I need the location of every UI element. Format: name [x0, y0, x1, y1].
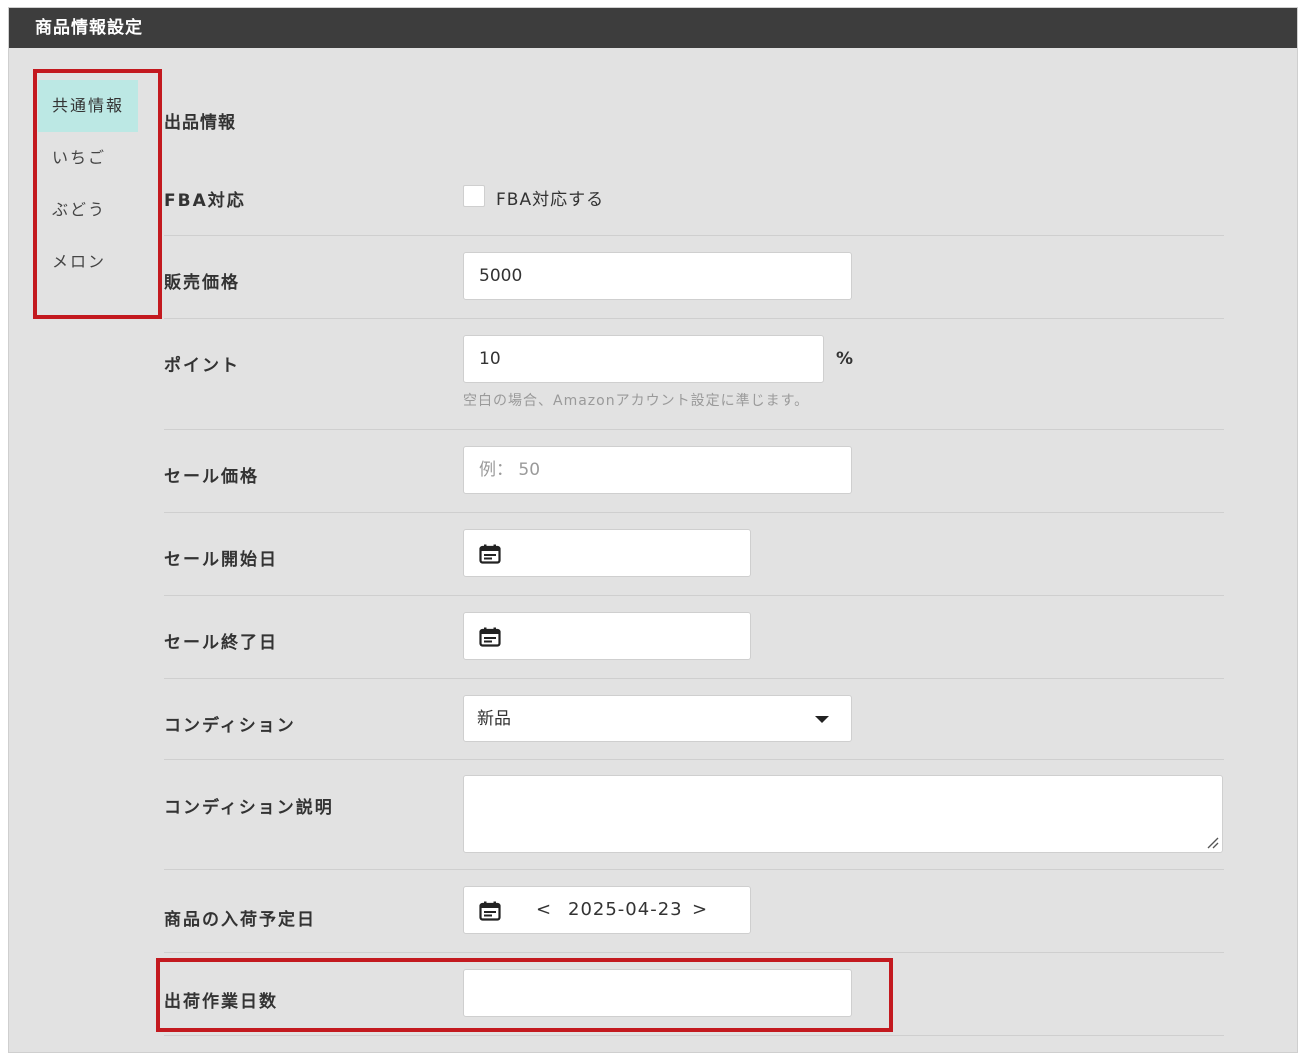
fba-checkbox-label[interactable]: FBA対応する	[496, 185, 604, 210]
sidebar-item-strawberry[interactable]: いちご	[38, 132, 138, 184]
condition-note-textarea[interactable]	[463, 775, 1223, 853]
panel-title: 商品情報設定	[9, 8, 1297, 48]
resize-handle-icon[interactable]	[1207, 837, 1219, 849]
next-date-button[interactable]: >	[692, 887, 707, 933]
arrival-date-row: 商品の入荷予定日 < 2025-04-23 >	[164, 870, 1224, 953]
price-input[interactable]: 5000	[463, 252, 852, 300]
sidebar-item-melon[interactable]: メロン	[38, 236, 138, 288]
condition-label: コンディション	[164, 716, 296, 736]
sale-start-label: セール開始日	[164, 550, 278, 570]
arrival-date-input[interactable]: < 2025-04-23 >	[463, 886, 751, 934]
chevron-down-icon	[815, 716, 829, 723]
shipping-days-input[interactable]	[463, 969, 852, 1017]
sale-price-row: セール価格 例： 50	[164, 430, 1224, 513]
arrival-date-value: 2025-04-23	[568, 899, 683, 920]
point-row: ポイント 10 % 空白の場合、Amazonアカウント設定に準じます。	[164, 319, 1224, 430]
shipping-days-row: 出荷作業日数	[164, 953, 1224, 1036]
sale-end-date-input[interactable]	[463, 612, 751, 660]
price-row: 販売価格 5000	[164, 236, 1224, 319]
condition-row: コンディション 新品	[164, 679, 1224, 760]
point-hint: 空白の場合、Amazonアカウント設定に準じます。	[463, 393, 810, 409]
point-unit: %	[836, 349, 854, 369]
point-label: ポイント	[164, 356, 240, 376]
fba-label: FBA対応	[164, 191, 246, 211]
condition-selected-value: 新品	[477, 709, 511, 729]
sale-start-row: セール開始日	[164, 513, 1224, 596]
condition-note-label: コンディション説明	[164, 798, 334, 818]
calendar-icon	[479, 901, 501, 921]
sale-end-row: セール終了日	[164, 596, 1224, 679]
fba-checkbox[interactable]	[463, 185, 485, 207]
calendar-icon	[479, 544, 501, 564]
calendar-icon	[479, 627, 501, 647]
arrival-date-label: 商品の入荷予定日	[164, 910, 316, 930]
sidebar-item-grape[interactable]: ぶどう	[38, 184, 138, 236]
variant-sidebar: 共通情報 いちご ぶどう メロン	[38, 80, 138, 288]
sale-price-label: セール価格	[164, 467, 259, 487]
fba-row: FBA対応 FBA対応する	[164, 158, 1224, 236]
section-title: 出品情報	[164, 113, 236, 133]
sale-end-label: セール終了日	[164, 633, 278, 653]
sale-price-input[interactable]: 例： 50	[463, 446, 852, 494]
condition-note-row: コンディション説明	[164, 760, 1224, 870]
sidebar-item-common[interactable]: 共通情報	[38, 80, 138, 132]
prev-date-button[interactable]: <	[536, 887, 551, 933]
sale-start-date-input[interactable]	[463, 529, 751, 577]
condition-select[interactable]: 新品	[463, 695, 852, 742]
point-input[interactable]: 10	[463, 335, 824, 383]
price-label: 販売価格	[164, 273, 240, 293]
shipping-days-label: 出荷作業日数	[164, 992, 278, 1012]
